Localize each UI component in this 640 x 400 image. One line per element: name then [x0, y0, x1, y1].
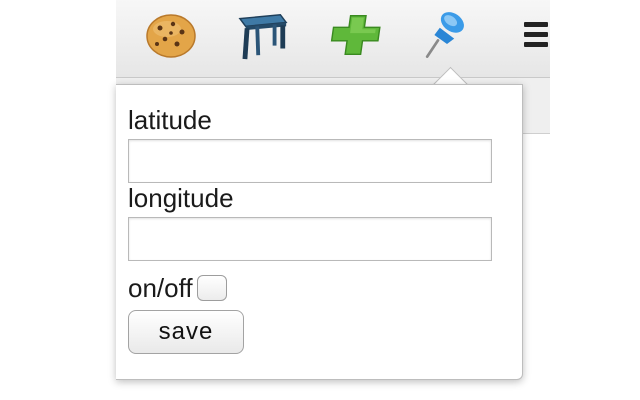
green-cross-icon[interactable]	[328, 8, 382, 62]
pushpin-icon[interactable]	[420, 8, 474, 62]
screenshot: latitude longitude on/off save	[0, 0, 640, 400]
longitude-input[interactable]	[128, 217, 492, 261]
toggle-label: on/off	[128, 273, 193, 303]
on-off-checkbox[interactable]	[196, 275, 227, 301]
save-button[interactable]: save	[128, 310, 244, 354]
cookie-icon[interactable]	[144, 8, 198, 62]
latitude-input[interactable]	[128, 139, 492, 183]
extension-popup: latitude longitude on/off save	[116, 84, 523, 380]
latitude-label: latitude	[128, 105, 212, 135]
toggle-row: on/off	[128, 273, 227, 303]
menu-icon[interactable]	[524, 22, 548, 52]
stool-icon[interactable]	[236, 8, 290, 62]
longitude-label: longitude	[128, 183, 234, 213]
